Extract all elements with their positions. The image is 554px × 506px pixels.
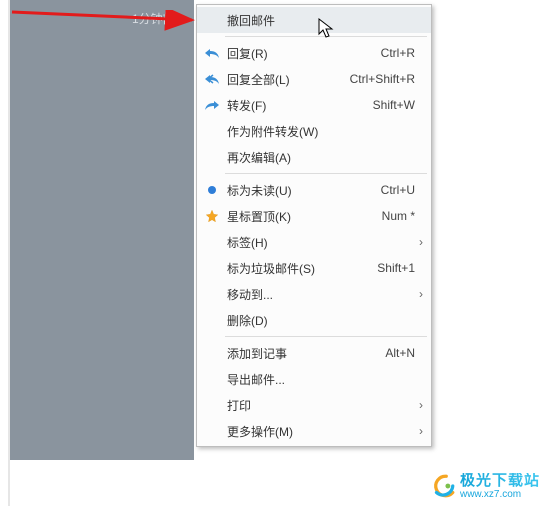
menu-label: 撤回邮件	[227, 12, 415, 29]
menu-shortcut: Num *	[382, 209, 415, 223]
menu-mark-spam[interactable]: 标为垃圾邮件(S) Shift+1	[197, 255, 431, 281]
menu-tags[interactable]: 标签(H) ›	[197, 229, 431, 255]
menu-delete[interactable]: 删除(D)	[197, 307, 431, 333]
menu-reply-all[interactable]: 回复全部(L) Ctrl+Shift+R	[197, 66, 431, 92]
spacer-icon	[203, 344, 221, 362]
menu-label: 标签(H)	[227, 234, 415, 251]
menu-mark-unread[interactable]: 标为未读(U) Ctrl+U	[197, 177, 431, 203]
unread-dot-icon	[203, 181, 221, 199]
forward-icon	[203, 96, 221, 114]
spacer-icon	[203, 122, 221, 140]
menu-more[interactable]: 更多操作(M) ›	[197, 418, 431, 444]
menu-label: 星标置顶(K)	[227, 208, 372, 225]
menu-shortcut: Ctrl+R	[381, 46, 415, 60]
annotation-arrow	[0, 10, 200, 34]
chevron-right-icon: ›	[415, 398, 423, 412]
menu-reply[interactable]: 回复(R) Ctrl+R	[197, 40, 431, 66]
left-gutter-edge	[8, 0, 10, 506]
watermark-url: www.xz7.com	[460, 489, 540, 500]
menu-shortcut: Shift+W	[373, 98, 415, 112]
menu-label: 导出邮件...	[227, 371, 415, 388]
watermark: 极光下载站 www.xz7.com	[430, 473, 540, 501]
star-icon	[203, 207, 221, 225]
menu-forward[interactable]: 转发(F) Shift+W	[197, 92, 431, 118]
spacer-icon	[203, 370, 221, 388]
chevron-right-icon: ›	[415, 424, 423, 438]
menu-star[interactable]: 星标置顶(K) Num *	[197, 203, 431, 229]
menu-shortcut: Shift+1	[377, 261, 415, 275]
menu-shortcut: Ctrl+Shift+R	[350, 72, 415, 86]
spacer-icon	[203, 233, 221, 251]
reply-all-icon	[203, 70, 221, 88]
watermark-logo-icon	[430, 473, 456, 499]
menu-label: 标为垃圾邮件(S)	[227, 260, 367, 277]
background-panel	[0, 0, 194, 460]
menu-label: 更多操作(M)	[227, 423, 415, 440]
watermark-title: 极光下载站	[460, 473, 540, 490]
menu-export[interactable]: 导出邮件...	[197, 366, 431, 392]
menu-label: 转发(F)	[227, 97, 363, 114]
menu-recall[interactable]: 撤回邮件	[197, 7, 431, 33]
menu-label: 标为未读(U)	[227, 182, 371, 199]
menu-add-note[interactable]: 添加到记事 Alt+N	[197, 340, 431, 366]
chevron-right-icon: ›	[415, 287, 423, 301]
spacer-icon	[203, 11, 221, 29]
menu-move-to[interactable]: 移动到... ›	[197, 281, 431, 307]
menu-label: 回复(R)	[227, 45, 371, 62]
spacer-icon	[203, 311, 221, 329]
spacer-icon	[203, 148, 221, 166]
menu-edit-again[interactable]: 再次编辑(A)	[197, 144, 431, 170]
menu-forward-attachment[interactable]: 作为附件转发(W)	[197, 118, 431, 144]
spacer-icon	[203, 422, 221, 440]
spacer-icon	[203, 259, 221, 277]
menu-label: 打印	[227, 397, 415, 414]
spacer-icon	[203, 396, 221, 414]
chevron-right-icon: ›	[415, 235, 423, 249]
menu-shortcut: Alt+N	[385, 346, 415, 360]
menu-shortcut: Ctrl+U	[381, 183, 415, 197]
menu-label: 再次编辑(A)	[227, 149, 415, 166]
menu-label: 作为附件转发(W)	[227, 123, 415, 140]
menu-label: 添加到记事	[227, 345, 375, 362]
spacer-icon	[203, 285, 221, 303]
separator	[225, 336, 427, 337]
menu-label: 删除(D)	[227, 312, 415, 329]
menu-label: 移动到...	[227, 286, 415, 303]
menu-label: 回复全部(L)	[227, 71, 340, 88]
reply-icon	[203, 44, 221, 62]
separator	[225, 36, 427, 37]
context-menu: 撤回邮件 回复(R) Ctrl+R 回复全部(L) Ctrl+Shift+R 转…	[196, 4, 432, 447]
menu-print[interactable]: 打印 ›	[197, 392, 431, 418]
separator	[225, 173, 427, 174]
